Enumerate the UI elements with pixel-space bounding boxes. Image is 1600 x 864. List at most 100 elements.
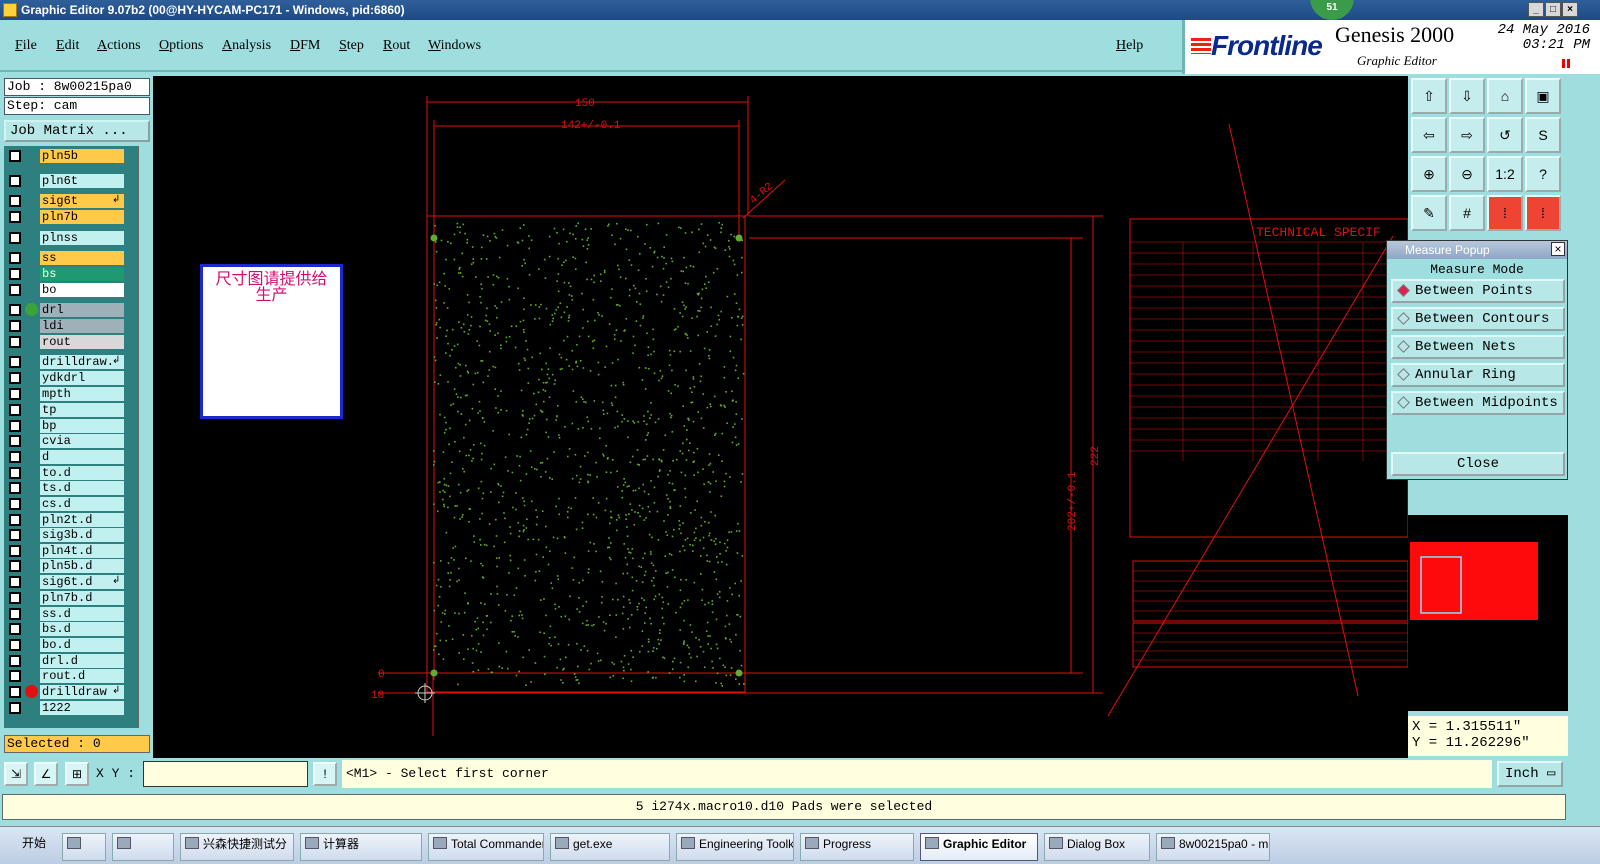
layer-name[interactable]: pln4t.d [40, 544, 124, 558]
select-tool-icon[interactable]: ⇲ [4, 762, 28, 786]
grid-icon[interactable]: # [1449, 195, 1485, 231]
menu-edit[interactable]: Edit [56, 38, 79, 54]
popup-close-button[interactable]: Close [1391, 452, 1565, 476]
layer-checkbox[interactable] [9, 467, 21, 479]
menu-step[interactable]: Step [339, 38, 364, 54]
layer-name[interactable]: sig3b.d [40, 528, 124, 542]
layer-name[interactable]: pln6t [40, 174, 124, 188]
job-matrix-button[interactable]: Job Matrix ... [4, 120, 150, 142]
layer-name[interactable]: mpth [40, 387, 124, 401]
layer-checkbox[interactable] [9, 498, 21, 510]
taskbar-item[interactable] [62, 833, 106, 861]
layer-name[interactable]: to.d [40, 466, 124, 480]
layer-name[interactable]: ss.d [40, 607, 124, 621]
layer-row[interactable]: ss.d [4, 607, 129, 621]
snap-icon[interactable]: ⁞ [1487, 195, 1523, 231]
layer-row[interactable]: ldi [4, 319, 129, 333]
layer-row[interactable]: rout [4, 335, 129, 349]
menu-rout[interactable]: Rout [383, 38, 410, 54]
taskbar-item[interactable]: Progress [800, 833, 914, 861]
measure-mode-button[interactable]: Between Midpoints [1391, 391, 1565, 415]
zoom-home-icon[interactable]: ⇧ [1411, 78, 1447, 114]
layer-name[interactable]: bs [40, 267, 124, 281]
layer-row[interactable]: pln2t.d [4, 513, 129, 527]
layer-checkbox[interactable] [9, 150, 21, 162]
layer-checkbox[interactable] [9, 304, 21, 316]
zoom-out-icon[interactable]: ⊖ [1449, 156, 1485, 192]
step-field[interactable]: Step: cam [4, 97, 150, 115]
layer-row[interactable]: tp [4, 403, 129, 417]
layer-name[interactable]: rout [40, 335, 124, 349]
menu-options[interactable]: Options [159, 38, 203, 54]
layer-checkbox[interactable] [9, 670, 21, 682]
menu-windows[interactable]: Windows [428, 38, 481, 54]
layer-row[interactable]: rout.d [4, 669, 129, 683]
layer-row[interactable]: sig6t.d ↲ [4, 575, 129, 589]
layer-row[interactable]: drilldraw. ↲ [4, 355, 129, 369]
layer-row[interactable]: bo [4, 283, 129, 297]
layer-name[interactable]: bo.d [40, 638, 124, 652]
layer-row[interactable]: bs.d [4, 622, 129, 636]
taskbar-item[interactable]: 8w00215pa0 - m [1156, 833, 1270, 861]
redraw-icon[interactable]: S [1525, 117, 1561, 153]
measure-mode-button[interactable]: Between Contours [1391, 307, 1565, 331]
layer-name[interactable]: cs.d [40, 497, 124, 511]
layer-row[interactable]: ydkdrl [4, 371, 129, 385]
popup-close-icon[interactable]: × [1551, 242, 1565, 256]
layer-name[interactable]: ydkdrl [40, 371, 124, 385]
menu-actions[interactable]: Actions [97, 38, 141, 54]
layer-row[interactable]: drl.d [4, 654, 129, 668]
layer-name[interactable]: pln7b.d [40, 591, 124, 605]
layer-row[interactable]: pln5b [4, 149, 129, 163]
layer-checkbox[interactable] [9, 320, 21, 332]
layer-checkbox[interactable] [9, 655, 21, 667]
layer-name[interactable]: drl [40, 303, 124, 317]
measure-mode-button[interactable]: Between Points [1391, 279, 1565, 303]
alert-icon[interactable]: ! [313, 762, 337, 786]
pause-icon[interactable] [1562, 59, 1570, 68]
layer-name[interactable]: cvia [40, 434, 124, 448]
layer-name[interactable]: pln7b [40, 210, 124, 224]
taskbar-item[interactable]: Engineering Toolk [676, 833, 794, 861]
layer-row[interactable]: pln4t.d [4, 544, 129, 558]
layer-checkbox[interactable] [9, 336, 21, 348]
layer-checkbox[interactable] [9, 623, 21, 635]
taskbar-item[interactable]: Total Commander [428, 833, 544, 861]
layer-scrollbar[interactable] [138, 146, 152, 728]
menu-help[interactable]: Help [1116, 38, 1143, 54]
maximize-button[interactable]: □ [1545, 2, 1561, 17]
layer-checkbox[interactable] [9, 592, 21, 604]
layer-row[interactable]: pln7b.d [4, 591, 129, 605]
layer-name[interactable]: ldi [40, 319, 124, 333]
layer-row[interactable]: cvia [4, 434, 129, 448]
layer-name[interactable]: d [40, 450, 124, 464]
measure-mode-button[interactable]: Between Nets [1391, 335, 1565, 359]
layer-row[interactable]: mpth [4, 387, 129, 401]
layer-row[interactable]: to.d [4, 466, 129, 480]
graphic-canvas[interactable]: 150 142+/-0.1 222 202+/-0.1 4-R2 0 10 TE… [153, 76, 1408, 758]
layer-checkbox[interactable] [9, 702, 21, 714]
layer-name[interactable]: plnss [40, 231, 124, 245]
undo-view-icon[interactable]: ↺ [1487, 117, 1523, 153]
layer-name[interactable]: bs.d [40, 622, 124, 636]
layer-name[interactable]: rout.d [40, 669, 124, 683]
scale-one-to-two-icon[interactable]: 1:2 [1487, 156, 1523, 192]
mini-map[interactable] [1408, 515, 1568, 711]
layer-checkbox[interactable] [9, 576, 21, 588]
layer-checkbox[interactable] [9, 514, 21, 526]
layer-checkbox[interactable] [9, 420, 21, 432]
job-field[interactable]: Job : 8w00215pa0 [4, 78, 150, 96]
xy-input[interactable] [143, 761, 308, 787]
layer-row[interactable]: cs.d [4, 497, 129, 511]
layer-name[interactable]: tp [40, 403, 124, 417]
layer-name[interactable]: pln5b.d [40, 559, 124, 573]
notification-badge[interactable]: 51 [1310, 0, 1354, 20]
layer-row[interactable]: plnss [4, 231, 129, 245]
layer-name[interactable]: pln5b [40, 149, 124, 163]
menu-dfm[interactable]: DFM [290, 38, 320, 54]
layer-checkbox[interactable] [9, 545, 21, 557]
layer-row[interactable]: bo.d [4, 638, 129, 652]
minimize-button[interactable]: _ [1528, 2, 1544, 17]
menu-file[interactable]: File [15, 38, 37, 54]
layer-checkbox[interactable] [9, 195, 21, 207]
